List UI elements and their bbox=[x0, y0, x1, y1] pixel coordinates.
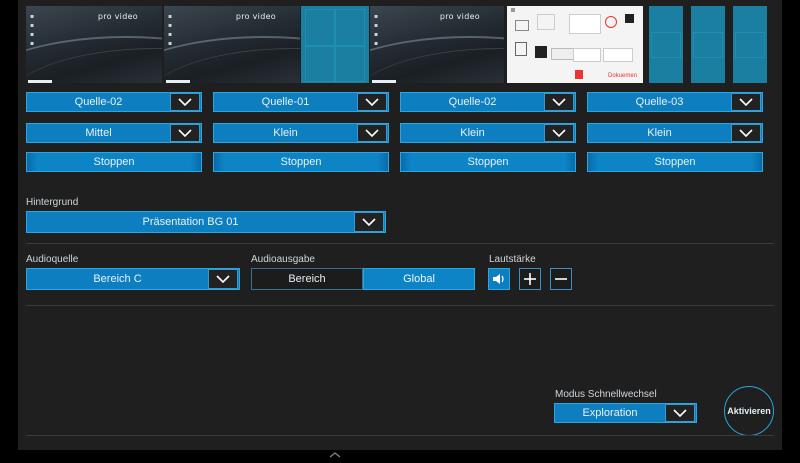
chevron-down-icon[interactable] bbox=[544, 124, 574, 142]
preview-4[interactable]: ▪ ▪ ▪ ▪ pro video bbox=[370, 6, 504, 83]
size-select-3[interactable]: Klein bbox=[400, 123, 576, 143]
source-select-2[interactable]: Quelle-01 bbox=[213, 92, 389, 112]
chevron-down-icon[interactable] bbox=[544, 93, 574, 111]
chevron-down-icon[interactable] bbox=[354, 212, 384, 232]
chevron-down-icon[interactable] bbox=[208, 269, 238, 289]
chevron-down-icon[interactable] bbox=[170, 93, 200, 111]
audio-source-select[interactable]: Bereich C bbox=[26, 268, 240, 290]
preview-brand-text: pro video bbox=[97, 12, 138, 21]
preview-icons: ▪ ▪ ▪ ▪ bbox=[168, 13, 173, 47]
source-select-3[interactable]: Quelle-02 bbox=[400, 92, 576, 112]
background-select[interactable]: Präsentation BG 01 bbox=[26, 211, 386, 233]
chevron-down-icon[interactable] bbox=[357, 93, 387, 111]
divider bbox=[26, 243, 774, 244]
chevron-up-icon[interactable] bbox=[329, 445, 341, 463]
audio-output-global-option[interactable]: Global bbox=[363, 268, 475, 290]
preview-6-grid[interactable] bbox=[649, 6, 769, 83]
divider bbox=[26, 435, 774, 436]
preview-5-document[interactable]: Dokuemen bbox=[507, 6, 643, 83]
chevron-down-icon[interactable] bbox=[731, 124, 761, 142]
size-select-2[interactable]: Klein bbox=[213, 123, 389, 143]
volume-label: Lautstärke bbox=[489, 254, 536, 265]
preview-2[interactable]: ▪ ▪ ▪ ▪ pro video bbox=[164, 6, 300, 83]
chevron-down-icon[interactable] bbox=[665, 404, 695, 422]
background-label: Hintergrund bbox=[26, 197, 79, 208]
quick-switch-select[interactable]: Exploration bbox=[554, 403, 697, 423]
minus-icon[interactable] bbox=[550, 268, 572, 290]
source-select-1[interactable]: Quelle-02 bbox=[26, 92, 202, 112]
plus-icon[interactable] bbox=[519, 268, 541, 290]
preview-icons: ▪ ▪ ▪ ▪ bbox=[374, 13, 379, 47]
document-brand-text: Dokuemen bbox=[607, 73, 637, 79]
source-select-4[interactable]: Quelle-03 bbox=[587, 92, 763, 112]
audio-output-area-option[interactable]: Bereich bbox=[251, 268, 363, 290]
audio-output-label: Audioausgabe bbox=[251, 254, 315, 265]
chevron-down-icon[interactable] bbox=[357, 124, 387, 142]
chevron-down-icon[interactable] bbox=[731, 93, 761, 111]
size-select-1[interactable]: Mittel bbox=[26, 123, 202, 143]
preview-brand-text: pro video bbox=[235, 12, 276, 21]
audio-source-label: Audioquelle bbox=[26, 254, 79, 265]
stop-button-2[interactable]: Stoppen bbox=[213, 152, 389, 172]
divider bbox=[26, 305, 774, 306]
preview-3-split[interactable] bbox=[301, 6, 369, 83]
stop-button-4[interactable]: Stoppen bbox=[587, 152, 763, 172]
speaker-icon[interactable] bbox=[488, 268, 510, 290]
stop-button-1[interactable]: Stoppen bbox=[26, 152, 202, 172]
size-select-4[interactable]: Klein bbox=[587, 123, 763, 143]
chevron-down-icon[interactable] bbox=[170, 124, 200, 142]
activate-button[interactable]: Aktivieren bbox=[724, 386, 774, 436]
stop-button-3[interactable]: Stoppen bbox=[400, 152, 576, 172]
preview-1[interactable]: ▪ ▪ ▪ ▪ pro video bbox=[26, 6, 162, 83]
preview-brand-text: pro video bbox=[439, 12, 480, 21]
preview-icons: ▪ ▪ ▪ ▪ bbox=[30, 13, 35, 47]
quick-switch-label: Modus Schnellwechsel bbox=[555, 389, 657, 400]
